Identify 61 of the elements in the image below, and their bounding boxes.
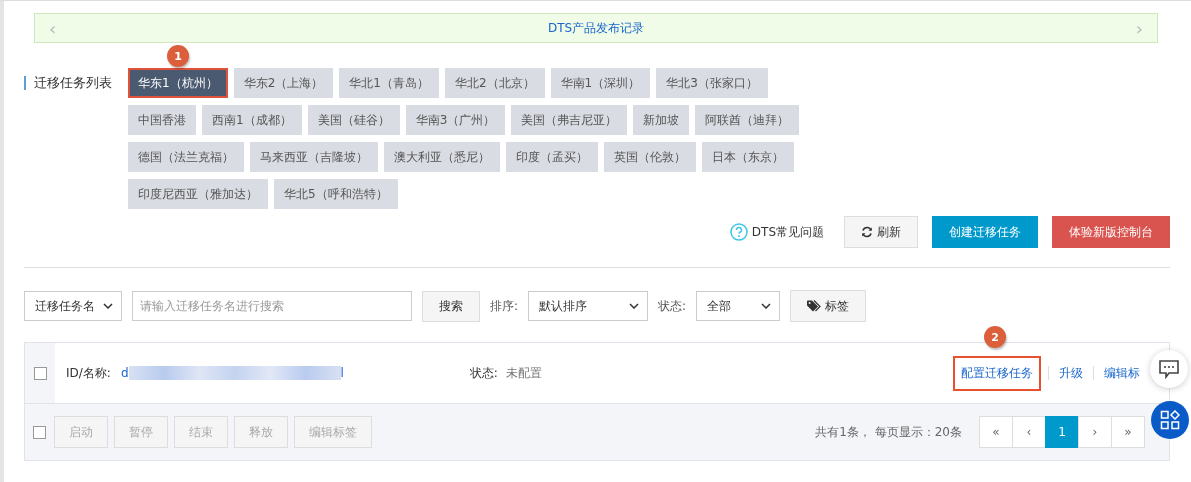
refresh-button[interactable]: 刷新	[844, 216, 918, 248]
sort-label: 排序:	[490, 297, 519, 315]
apps-icon	[1160, 410, 1180, 430]
pagination-summary: 共有1条， 每页显示：20条	[815, 423, 962, 441]
region-tab[interactable]: 印度（孟买）	[506, 142, 598, 172]
region-tab[interactable]: 美国（硅谷）	[307, 105, 400, 135]
region-tab[interactable]: 英国（伦敦）	[604, 142, 696, 172]
sort-select[interactable]: 默认排序	[528, 291, 649, 321]
page-button[interactable]: ‹	[1012, 416, 1046, 448]
chevron-icon	[103, 303, 113, 309]
action-link[interactable]: 升级	[1056, 364, 1086, 382]
region-tab[interactable]: 华北1（青岛）	[339, 68, 439, 98]
refresh-icon	[861, 226, 873, 238]
tag-icon	[807, 300, 822, 312]
region-tab[interactable]: 新加坡	[633, 105, 690, 135]
action-link[interactable]: 配置迁移任务	[953, 355, 1041, 391]
status-value: 未配置	[505, 364, 542, 382]
chat-button[interactable]	[1150, 350, 1188, 388]
region-tab[interactable]: 西南1（成都）	[202, 105, 302, 135]
region-tab[interactable]: 华南3（广州）	[405, 105, 506, 135]
page-button[interactable]: »	[1111, 416, 1145, 448]
new-console-button[interactable]: 体验新版控制台	[1052, 216, 1170, 248]
region-tab[interactable]: 日本（东京）	[702, 142, 794, 172]
region-tab[interactable]: 华南1（深圳）	[550, 68, 651, 98]
banner-title[interactable]: DTS产品发布记录	[547, 19, 645, 37]
step-callout: 1	[167, 45, 189, 67]
chevron-icon	[629, 303, 640, 309]
region-tab[interactable]: 阿联酋（迪拜）	[695, 105, 800, 135]
region-tab[interactable]: 华北5（呼和浩特）	[274, 179, 398, 209]
apps-button[interactable]	[1151, 401, 1189, 439]
faq-link[interactable]: DTS常见问题	[729, 223, 824, 241]
region-tab[interactable]: 马来西亚（吉隆坡）	[250, 142, 378, 172]
page-button[interactable]: «	[979, 416, 1013, 448]
region-tab[interactable]: 华东1（杭州）	[128, 68, 228, 98]
search-button[interactable]: 搜索	[422, 290, 480, 322]
step-callout: 2	[984, 326, 1006, 348]
select-all-checkbox[interactable]	[33, 425, 46, 439]
region-tab[interactable]: 德国（法兰克福）	[128, 142, 244, 172]
field-select[interactable]: 迁移任务名	[24, 291, 122, 321]
region-tab[interactable]: 中国香港	[128, 105, 196, 135]
status-label: 状态:	[469, 364, 498, 382]
row-checkbox[interactable]	[33, 366, 47, 380]
chevron-icon	[761, 303, 772, 309]
chat-icon	[1158, 359, 1180, 379]
action-link[interactable]: 编辑标	[1101, 364, 1143, 382]
region-tab[interactable]: 澳大利亚（悉尼）	[384, 142, 500, 172]
page-button[interactable]: ›	[1078, 416, 1112, 448]
status-label: 状态:	[658, 297, 687, 315]
help-icon	[729, 223, 748, 241]
id-label: ID/名称:	[66, 364, 111, 382]
region-tab[interactable]: 华北2（北京）	[444, 68, 545, 98]
region-tab[interactable]: 华北3（张家口）	[656, 68, 768, 98]
search-field[interactable]: 请输入迁移任务名进行搜索	[132, 291, 412, 321]
create-task-button[interactable]: 创建迁移任务	[932, 216, 1038, 248]
status-select[interactable]: 全部	[696, 291, 781, 321]
region-tab[interactable]: 华东2（上海）	[233, 68, 334, 98]
page-button[interactable]: 1	[1045, 416, 1079, 448]
region-tab[interactable]: 印度尼西亚（雅加达）	[128, 179, 268, 209]
region-tab[interactable]: 美国（弗吉尼亚）	[511, 105, 628, 135]
tag-button[interactable]: 标签	[790, 290, 867, 322]
release-banner[interactable]: ‹ DTS产品发布记录 ›	[34, 13, 1158, 43]
